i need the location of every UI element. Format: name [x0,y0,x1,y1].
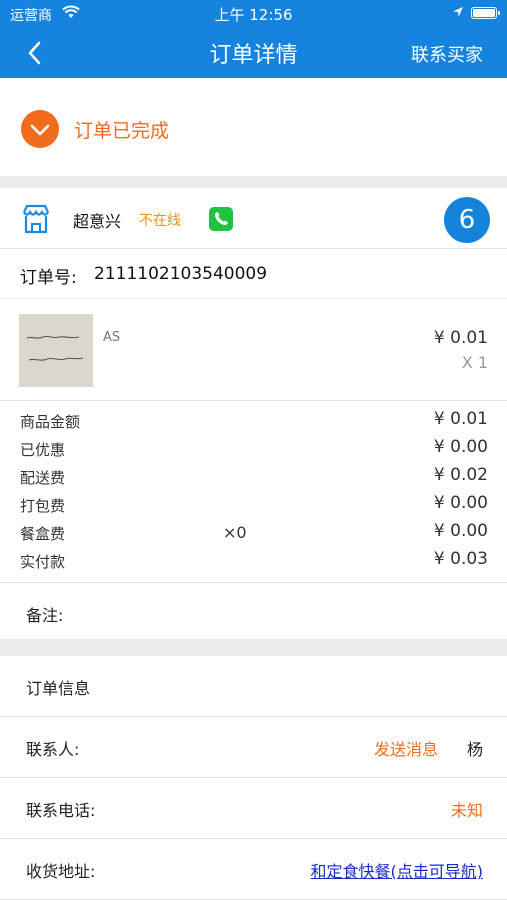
check-circle-icon [21,110,59,148]
fee-label: 打包费 [20,497,66,515]
contact-name: 杨 [466,740,483,759]
shop-card: 超意兴 不在线 6 订单号: 2111102103540009 [0,188,507,298]
address-row: 收货地址: 和定食快餐(点击可导航) [0,839,507,900]
phone-label: 联系电话: [26,801,96,820]
item-name: AS [103,330,121,345]
send-message-button[interactable]: 发送消息 [374,736,438,760]
nav-bar: 订单详情 联系买家 [0,26,507,78]
fee-row-container: 餐盒费 ×0 ¥ 0.00 [0,520,507,544]
clock: 上午 12:56 [214,6,293,24]
address-navigate-link[interactable]: 和定食快餐(点击可导航) [311,858,484,882]
fee-label: 商品金额 [20,413,81,431]
divider [0,400,507,401]
fee-row-paid: 实付款 ¥ 0.03 [0,548,507,572]
address-label: 收货地址: [26,862,96,881]
fee-label: 餐盒费 [20,525,66,543]
fee-value: ¥ 0.03 [433,549,488,569]
fee-value: ¥ 0.00 [433,493,488,513]
phone-row: 联系电话: 未知 [0,778,507,839]
order-status-card: 订单已完成 [0,78,507,176]
divider [0,248,507,249]
phone-value[interactable]: 未知 [451,797,483,821]
contact-row: 联系人: 发送消息 杨 [0,717,507,778]
order-info-card: 订单信息 联系人: 发送消息 杨 联系电话: 未知 收货地址: 和定食快餐(点击… [0,656,507,900]
fee-value: ¥ 0.00 [433,437,488,457]
location-arrow-icon [453,7,463,17]
online-status: 不在线 [139,213,181,229]
fee-label: 配送费 [20,469,66,487]
pickup-number-badge: 6 [444,197,490,243]
status-bar: 运营商 上午 12:56 [0,0,507,26]
battery-icon [471,7,500,19]
order-status-text: 订单已完成 [74,120,170,142]
fee-value: ¥ 0.00 [433,521,488,541]
contact-label: 联系人: [26,740,80,759]
section-title: 订单信息 [26,679,91,698]
fee-row-delivery: 配送费 ¥ 0.02 [0,464,507,488]
shop-name: 超意兴 [73,212,122,231]
phone-icon[interactable] [209,207,233,231]
fee-row-packing: 打包费 ¥ 0.00 [0,492,507,516]
contact-buyer-button[interactable]: 联系买家 [411,41,483,67]
item-quantity: X 1 [461,353,488,372]
fee-row-discount: 已优惠 ¥ 0.00 [0,436,507,460]
item-price: ¥ 0.01 [433,328,488,348]
fee-label: 实付款 [20,553,66,571]
fee-extra: ×0 [223,523,247,542]
store-icon [23,204,49,234]
divider [0,582,507,583]
fee-value: ¥ 0.01 [433,409,488,429]
order-info-header: 订单信息 [0,656,507,717]
fee-label: 已优惠 [20,441,66,459]
fee-value: ¥ 0.02 [433,465,488,485]
fee-row-goods-amount: 商品金额 ¥ 0.01 [0,408,507,432]
product-thumbnail [19,314,93,387]
order-number-value: 2111102103540009 [94,264,268,284]
order-number-label: 订单号: [20,268,77,288]
remark-label: 备注: [26,606,64,625]
item-card: AS ¥ 0.01 X 1 商品金额 ¥ 0.01 已优惠 ¥ 0.00 配送费… [0,299,507,639]
